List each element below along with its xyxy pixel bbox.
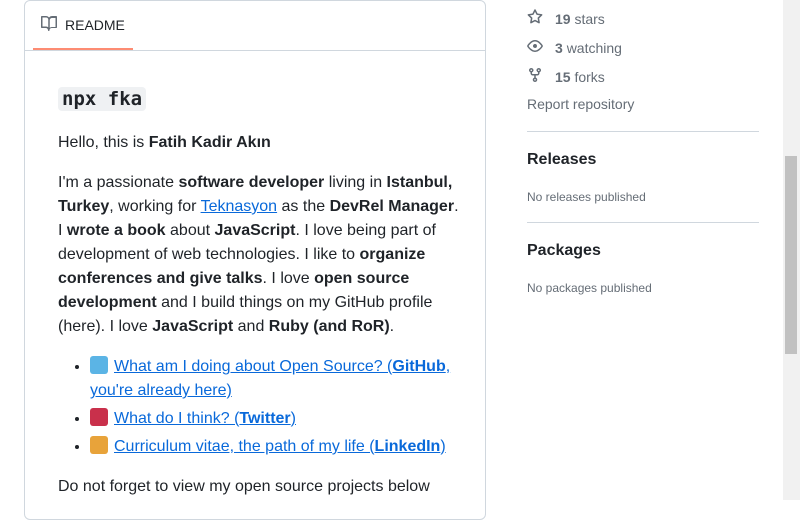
profile-link[interactable]: What do I think? (Twitter) xyxy=(114,410,296,427)
author-name: Fatih Kadir Akın xyxy=(148,134,271,151)
bio-emphasis: Ruby (and RoR) xyxy=(268,318,390,335)
bio-emphasis: DevRel Manager xyxy=(329,198,455,215)
plane-icon xyxy=(90,436,108,454)
bio-emphasis: JavaScript xyxy=(214,222,296,239)
bio-text: about xyxy=(165,222,215,239)
profile-link[interactable]: What am I doing about Open Source? (GitH… xyxy=(90,358,450,399)
bio-emphasis: JavaScript xyxy=(152,318,234,335)
eye-icon xyxy=(527,38,543,57)
readme-tab-label: README xyxy=(65,16,125,33)
scrollbar-thumb[interactable] xyxy=(785,156,797,354)
readme-panel: README npx fka Hello, this is Fatih Kadi… xyxy=(24,0,486,520)
bio-text: , working for xyxy=(109,198,201,215)
profile-links-list: What am I doing about Open Source? (GitH… xyxy=(58,355,463,459)
readme-tab[interactable]: README xyxy=(33,1,133,50)
bio-text: I'm a passionate xyxy=(58,174,179,191)
profile-link[interactable]: Curriculum vitae, the path of my life (L… xyxy=(114,438,446,455)
bio-emphasis: wrote a book xyxy=(66,222,166,239)
divider xyxy=(527,222,759,223)
releases-title[interactable]: Releases xyxy=(527,151,596,169)
star-icon xyxy=(527,9,543,28)
list-item: What am I doing about Open Source? (GitH… xyxy=(90,355,463,403)
bio-text: . I love xyxy=(262,270,315,287)
releases-note: No releases published xyxy=(527,190,646,204)
bio-text: and xyxy=(233,318,269,335)
packages-title[interactable]: Packages xyxy=(527,242,601,260)
laptop-icon xyxy=(90,356,108,374)
readme-heading-code: npx fka xyxy=(58,87,147,111)
list-item: Curriculum vitae, the path of my life (L… xyxy=(90,435,463,459)
readme-header: README xyxy=(25,1,485,51)
stars-link[interactable]: 19 stars xyxy=(527,9,605,28)
hello-paragraph: Hello, this is Fatih Kadir Akın xyxy=(58,134,271,151)
fork-icon xyxy=(527,67,543,86)
packages-note: No packages published xyxy=(527,281,652,295)
report-repository-link[interactable]: Report repository xyxy=(527,96,634,112)
bio-emphasis: software developer xyxy=(178,174,325,191)
divider xyxy=(527,131,759,132)
footer-paragraph: Do not forget to view my open source pro… xyxy=(58,478,430,495)
bio-text: . xyxy=(389,318,395,335)
watching-link[interactable]: 3 watching xyxy=(527,38,622,57)
forks-link[interactable]: 15 forks xyxy=(527,67,605,86)
boot-icon xyxy=(90,408,108,426)
list-item: What do I think? (Twitter) xyxy=(90,407,463,431)
bio-text: as the xyxy=(277,198,330,215)
bio-paragraph: I'm a passionate software developer livi… xyxy=(58,171,463,339)
teknasyon-link[interactable]: Teknasyon xyxy=(201,198,278,215)
readme-content: npx fka Hello, this is Fatih Kadir Akın … xyxy=(58,87,463,499)
bio-text: living in xyxy=(324,174,387,191)
book-icon xyxy=(41,15,57,34)
